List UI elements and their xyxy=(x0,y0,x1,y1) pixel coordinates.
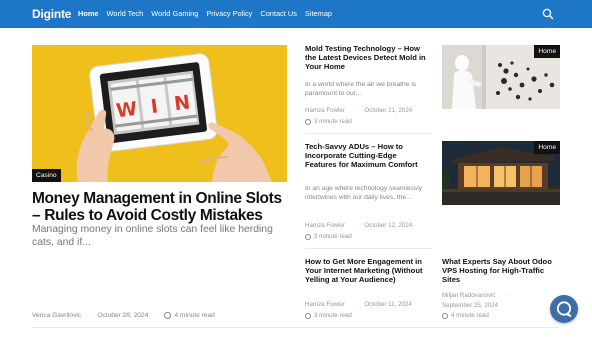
clock-icon xyxy=(305,312,311,319)
article-date: September 25, 2024 xyxy=(442,302,499,309)
hero-date: October 28, 2024 xyxy=(97,312,149,319)
category-badge[interactable]: Home xyxy=(534,45,560,58)
article-date: October 12, 2024 xyxy=(364,222,413,229)
article-title[interactable]: Mold Testing Technology – How the Latest… xyxy=(305,44,430,72)
site-header: Diginte Home World Tech World Gaming Pri… xyxy=(0,0,592,28)
article-read-time: 4 minute read xyxy=(451,312,489,319)
nav-world-tech[interactable]: World Tech xyxy=(107,9,144,18)
article-meta: Hamza Fowler · October 11, 2024 xyxy=(305,301,412,308)
article-read-time: 3 minute read xyxy=(314,233,352,240)
clock-icon xyxy=(164,312,172,319)
article-author[interactable]: Hamza Fowler xyxy=(305,107,345,114)
clock-icon xyxy=(305,118,311,125)
site-logo[interactable]: Diginte xyxy=(32,7,71,21)
hero-author[interactable]: Verica Gavrilovic xyxy=(32,312,81,319)
article-meta: Hamza Fowler · October 21, 2024 xyxy=(305,107,413,114)
article-thumbnail[interactable]: Home xyxy=(442,45,560,109)
article-meta: Hamza Fowler · October 12, 2024 xyxy=(305,222,413,229)
nav-sitemap[interactable]: Sitemap xyxy=(305,9,332,18)
search-button[interactable] xyxy=(541,7,555,21)
nav-home[interactable]: Home xyxy=(78,9,99,18)
hero-image[interactable]: W I N Casino xyxy=(32,45,287,182)
hero-meta: Verica Gavrilovic · October 28, 2024 · 4… xyxy=(32,312,215,319)
article-author[interactable]: Hamza Fowler xyxy=(305,222,345,229)
category-badge[interactable]: Casino xyxy=(32,169,61,182)
hero-excerpt: Managing money in online slots can feel … xyxy=(32,224,273,248)
article-excerpt: In an age where technology seamlessly in… xyxy=(305,185,423,202)
divider xyxy=(305,248,432,249)
hero-title[interactable]: Money Management in Online Slots – Rules… xyxy=(32,190,290,224)
article-date: October 21, 2024 xyxy=(364,107,413,114)
article-read-time-row: 3 minute read xyxy=(305,312,352,319)
nav-contact-us[interactable]: Contact Us xyxy=(260,9,297,18)
article-title[interactable]: What Experts Say About Odoo VPS Hosting … xyxy=(442,257,562,285)
article-title[interactable]: How to Get More Engagement in Your Inter… xyxy=(305,257,430,285)
article-date: October 11, 2024 xyxy=(364,301,412,308)
article-author[interactable]: Miljan Radovanovic xyxy=(442,292,496,299)
slot-reel-1: W xyxy=(115,98,139,122)
divider xyxy=(32,327,560,328)
chat-bubble-icon xyxy=(556,301,572,317)
article-author[interactable]: Hamza Fowler xyxy=(305,301,345,308)
article-thumbnail[interactable]: Home xyxy=(442,141,560,205)
article-meta: Miljan Radovanovic · xyxy=(442,292,507,299)
nav-privacy-policy[interactable]: Privacy Policy xyxy=(206,9,252,18)
search-icon xyxy=(542,8,554,20)
chat-button[interactable] xyxy=(550,295,578,323)
article-read-time: 3 minute read xyxy=(314,118,352,125)
category-badge[interactable]: Home xyxy=(534,141,560,154)
article-read-time-row: 3 minute read xyxy=(305,118,352,125)
article-title[interactable]: Tech-Savvy ADUs – How to Incorporate Cut… xyxy=(305,142,430,170)
article-read-time-row: 3 minute read xyxy=(305,233,352,240)
nav-world-gaming[interactable]: World Gaming xyxy=(151,9,198,18)
article-excerpt: In a world where the air we breathe is p… xyxy=(305,81,417,98)
clock-icon xyxy=(442,312,448,319)
clock-icon xyxy=(305,233,311,240)
article-read-time-row: 4 minute read xyxy=(442,312,489,319)
hero-read-time: 4 minute read xyxy=(174,312,215,319)
slot-reel-3: N xyxy=(173,91,191,115)
article-read-time: 3 minute read xyxy=(314,312,352,319)
main-nav: Home World Tech World Gaming Privacy Pol… xyxy=(78,9,332,18)
divider xyxy=(305,133,432,134)
slot-tablet-illustration: W I N xyxy=(32,45,287,182)
